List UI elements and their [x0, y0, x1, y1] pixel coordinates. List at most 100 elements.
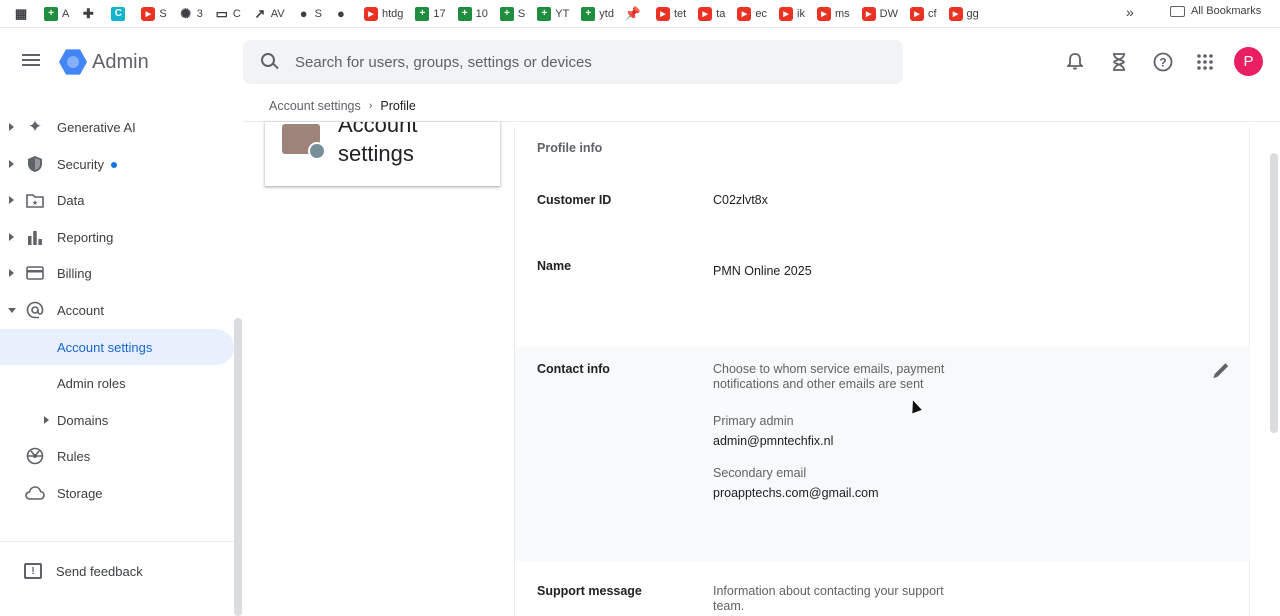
breadcrumb-parent-link[interactable]: Account settings [269, 99, 361, 113]
app-bar: Admin ? P [0, 29, 1280, 95]
sheets-icon: + [415, 6, 430, 21]
section-title: Profile info [537, 141, 603, 155]
app-name: Admin [92, 50, 149, 73]
bookmark-item[interactable]: ● S [297, 4, 322, 24]
search-input[interactable] [295, 53, 855, 71]
pin-icon: 📌 [624, 5, 642, 21]
folder-icon [1170, 5, 1185, 17]
bookmark-item[interactable]: + ytd [581, 4, 614, 24]
sidebar-item-account[interactable]: Account [0, 292, 234, 328]
sidebar-item-domains[interactable]: Domains [0, 402, 234, 438]
bookmark-item[interactable]: ↗ AV [253, 4, 284, 24]
sidebar-item-reporting[interactable]: Reporting [0, 219, 234, 255]
sidebar-item-rules[interactable]: Rules [0, 438, 234, 474]
sidebar-item-account-settings[interactable]: Account settings [0, 329, 234, 365]
bookmark-item[interactable]: ▶ gg [948, 4, 979, 24]
youtube-icon: ▶ [141, 6, 156, 21]
sidebar-item-generative-ai[interactable]: ✦ Generative AI [0, 109, 234, 145]
sidebar-item-billing[interactable]: Billing [0, 255, 234, 291]
bookmark-item[interactable]: + A [44, 4, 69, 24]
trend-icon: ↗ [254, 5, 266, 21]
admin-logo[interactable]: Admin [59, 48, 149, 76]
bookmark-item[interactable]: ▦ [14, 4, 32, 24]
bookmark-item[interactable]: ▭ C [215, 4, 241, 24]
at-sign-icon [25, 300, 45, 320]
bookmark-item[interactable]: C [111, 4, 129, 24]
notifications-bell-icon[interactable] [1064, 51, 1086, 73]
caret-right-icon [9, 233, 14, 241]
primary-admin-label: Primary admin [713, 414, 794, 428]
more-bookmarks-button[interactable]: » [1126, 4, 1134, 20]
secondary-email-value: proapptechs.com@gmail.com [713, 486, 879, 500]
sidebar-item-data[interactable]: ★ Data [0, 182, 234, 218]
bookmark-item[interactable]: ▶ DW [861, 4, 898, 24]
search-icon [261, 53, 279, 71]
sidebar-divider [0, 541, 234, 542]
bookmark-label: tet [673, 7, 687, 20]
caret-down-icon [8, 307, 16, 313]
folder-icon: ▭ [215, 5, 228, 21]
bar-chart-icon [25, 227, 45, 247]
sheets-icon: + [537, 6, 552, 21]
help-icon[interactable]: ? [1152, 51, 1174, 73]
search-bar[interactable] [243, 40, 903, 84]
sidebar-item-storage[interactable]: Storage [0, 475, 234, 511]
sidebar-item-security[interactable]: Security [0, 146, 234, 182]
bookmark-label: S [314, 7, 322, 20]
edit-contact-button[interactable] [1210, 359, 1232, 381]
all-bookmarks-button[interactable]: All Bookmarks [1170, 5, 1261, 17]
sheets-icon: + [581, 6, 596, 21]
bookmark-item[interactable]: ▶ S [141, 4, 167, 24]
send-feedback-button[interactable]: ! Send feedback [24, 563, 143, 579]
bookmark-item[interactable]: ✚ [81, 4, 99, 24]
cloud-icon [25, 483, 45, 503]
bookmark-item[interactable]: 📌 [624, 4, 644, 24]
bookmark-label: 3 [196, 7, 203, 20]
sparkle-icon: ✦ [27, 117, 43, 136]
apps-grid-icon[interactable] [1194, 51, 1216, 73]
customer-id-label: Customer ID [537, 193, 612, 207]
folder-gear-icon [282, 124, 326, 160]
bookmarks-bar: ▦ + A ✚ C ▶ S ✺ 3 ▭ C ↗ AV ● S ● ▶ htdg +17 +10 + S + YT + ytd 📌 ▶ t… [0, 0, 1280, 28]
youtube-icon: ▶ [698, 6, 713, 21]
bookmark-label: C [232, 7, 241, 20]
breadcrumb: Account settings › Profile [269, 99, 416, 113]
secondary-email-label: Secondary email [713, 466, 807, 480]
bookmark-item[interactable]: ▶ ta [698, 4, 725, 24]
pencil-icon [1214, 363, 1228, 377]
name-value: PMN Online 2025 [713, 264, 812, 278]
bookmark-item[interactable]: +10 [457, 4, 488, 24]
bookmark-item[interactable]: +17 [415, 4, 446, 24]
hourglass-icon[interactable] [1108, 51, 1130, 73]
support-message-description: Information about contacting your suppor… [713, 584, 944, 613]
avatar[interactable]: P [1234, 47, 1263, 76]
bookmark-item[interactable]: ▶ htdg [363, 4, 403, 24]
feedback-icon: ! [24, 563, 42, 579]
bookmark-item[interactable]: ▶ cf [909, 4, 937, 24]
name-label: Name [537, 259, 572, 273]
main-menu-button[interactable] [22, 51, 44, 73]
sidebar-scrollbar[interactable] [234, 318, 242, 616]
bookmark-label: A [62, 7, 70, 20]
canva-icon: C [111, 6, 126, 21]
caret-right-icon [9, 196, 14, 204]
page-scrollbar-thumb[interactable] [1270, 153, 1278, 433]
bookmark-item[interactable]: + S [499, 4, 525, 24]
sidebar-item-admin-roles[interactable]: Admin roles [0, 365, 234, 401]
bookmark-item[interactable]: + YT [537, 4, 569, 24]
globe-icon: ● [299, 6, 308, 21]
bookmark-item[interactable]: ▶ ec [737, 4, 767, 24]
send-feedback-label: Send feedback [56, 563, 143, 579]
bookmark-item[interactable]: ● [334, 4, 352, 24]
sheets-icon: + [499, 6, 514, 21]
bookmark-label: ytd [599, 7, 614, 20]
youtube-icon: ▶ [779, 6, 794, 21]
sidebar-item-label: Security [57, 156, 104, 172]
bookmark-item[interactable]: ▶ tet [655, 4, 687, 24]
bookmark-item[interactable]: ▶ ms [816, 4, 850, 24]
bookmark-item[interactable]: ▶ ik [779, 4, 805, 24]
bookmark-label: ec [755, 7, 768, 20]
bookmark-item[interactable]: ✺ 3 [179, 4, 203, 24]
status-dot [110, 162, 117, 169]
rules-icon [25, 446, 45, 466]
